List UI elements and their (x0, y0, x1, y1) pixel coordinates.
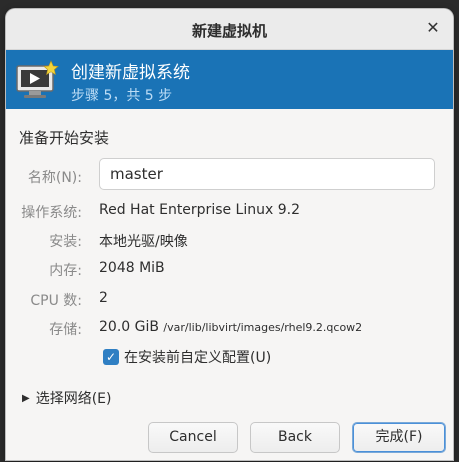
triangle-right-icon: ▶ (22, 392, 30, 404)
banner-step: 步骤 5，共 5 步 (71, 88, 173, 104)
install-value: 本地光驱/映像 (99, 234, 188, 250)
new-vm-dialog: 新建虚拟机 ✕ 创建新虚拟系统 步骤 5，共 5 步 准备开始安装 名称(N):… (6, 9, 453, 460)
memory-value: 2048 MiB (99, 260, 165, 276)
close-icon[interactable]: ✕ (423, 18, 443, 38)
cancel-button[interactable]: Cancel (148, 422, 238, 453)
storage-path: /var/lib/libvirt/images/rhel9.2.qcow2 (163, 321, 363, 334)
window-title: 新建虚拟机 (191, 22, 267, 40)
name-input[interactable] (99, 158, 435, 190)
storage-size: 20.0 GiB (99, 319, 159, 335)
storage-value: 20.0 GiB /var/lib/libvirt/images/rhel9.2… (99, 319, 362, 335)
cpu-value: 2 (99, 290, 108, 306)
header-banner: 创建新虚拟系统 步骤 5，共 5 步 (6, 50, 453, 109)
os-value: Red Hat Enterprise Linux 9.2 (99, 202, 300, 218)
checkmark-icon[interactable]: ✓ (103, 349, 119, 365)
section-title: 准备开始安装 (19, 129, 110, 147)
network-expander-label: 选择网络(E) (35, 391, 112, 407)
network-expander[interactable]: ▶ 选择网络(E) (22, 388, 111, 408)
install-label: 安装: (49, 234, 82, 250)
name-label: 名称(N): (27, 170, 82, 186)
storage-label: 存储: (49, 322, 82, 338)
memory-label: 内存: (49, 263, 82, 279)
customize-checkbox-label[interactable]: 在安装前自定义配置(U) (124, 347, 271, 367)
customize-checkbox-row[interactable]: ✓ 在安装前自定义配置(U) (103, 347, 271, 367)
monitor-star-icon (16, 60, 59, 98)
title-bar: 新建虚拟机 ✕ (6, 9, 453, 50)
back-button[interactable]: Back (250, 422, 340, 453)
banner-heading: 创建新虚拟系统 (71, 63, 190, 83)
cpu-label: CPU 数: (30, 293, 82, 309)
os-label: 操作系统: (21, 205, 82, 221)
finish-button[interactable]: 完成(F) (352, 422, 446, 453)
